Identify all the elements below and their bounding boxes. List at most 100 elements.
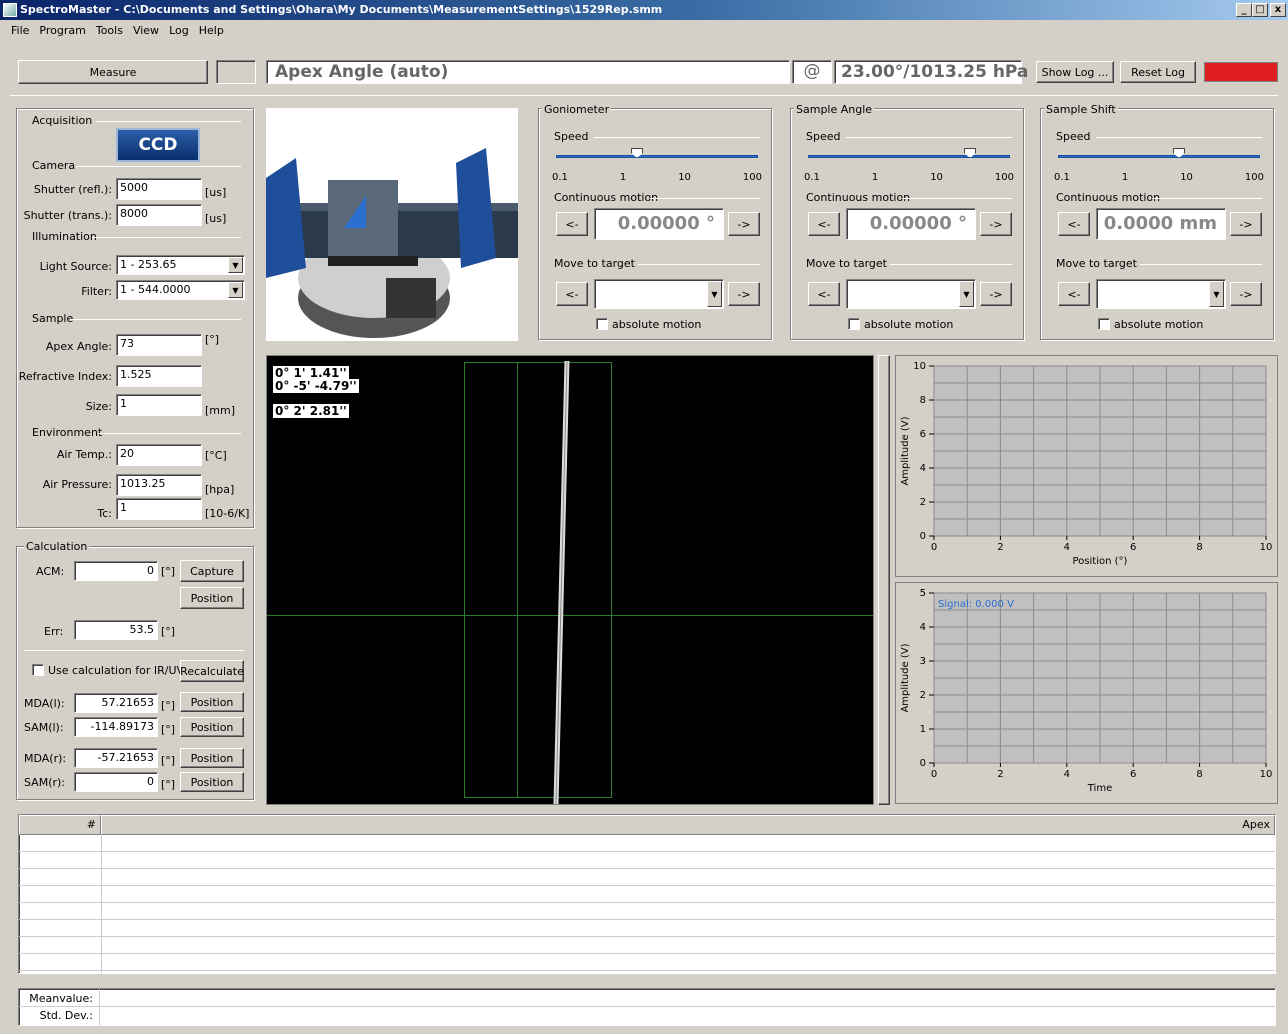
speed-tick-label: 10 — [1180, 172, 1193, 183]
chevron-down-icon[interactable]: ▼ — [1209, 281, 1224, 307]
use-calc-checkbox[interactable] — [32, 664, 44, 676]
menu-log[interactable]: Log — [164, 20, 194, 46]
filter-value: 1 - 544.0000 — [120, 283, 191, 296]
show-log-button[interactable]: Show Log ... — [1036, 61, 1114, 83]
table-row[interactable] — [19, 869, 1275, 886]
table-row[interactable] — [19, 903, 1275, 920]
move-to-target-label: Move to target — [1056, 257, 1137, 270]
step-right-button[interactable]: -> — [980, 212, 1012, 236]
chevron-down-icon[interactable]: ▼ — [707, 281, 722, 307]
y-tick-label: 8 — [920, 395, 926, 406]
reset-log-button[interactable]: Reset Log — [1120, 61, 1196, 83]
col-header-hash[interactable]: # — [19, 815, 101, 835]
step-left-button[interactable]: <- — [808, 212, 840, 236]
recalculate-button[interactable]: Recalculate — [180, 660, 244, 682]
refractive-index-input[interactable]: 1.525 — [116, 365, 202, 387]
table-row[interactable] — [19, 852, 1275, 869]
target-right-button[interactable]: -> — [1230, 282, 1262, 306]
col-header-apex[interactable]: Apex — [101, 815, 1275, 835]
target-select[interactable]: ▼ — [846, 279, 976, 309]
maximize-button[interactable]: □ — [1252, 3, 1268, 17]
target-select[interactable]: ▼ — [1096, 279, 1226, 309]
sample-title: Sample — [30, 312, 76, 325]
err-unit: [°] — [161, 625, 176, 638]
target-left-button[interactable]: <- — [1058, 282, 1090, 306]
motion-panel-title: Goniometer — [542, 103, 612, 116]
table-row[interactable] — [19, 835, 1275, 852]
speed-slider[interactable] — [556, 155, 758, 158]
use-calc-label: Use calculation for IR/UV — [48, 664, 185, 677]
mda-l-label: MDA(l): — [24, 697, 65, 710]
table-row[interactable] — [19, 954, 1275, 971]
minimize-button[interactable]: _ — [1236, 3, 1252, 17]
mda-r-input[interactable]: -57.21653 — [74, 748, 158, 768]
menu-file[interactable]: File — [6, 20, 34, 46]
apex-angle-input[interactable]: 73 — [116, 334, 202, 356]
sam-r-input[interactable]: 0 — [74, 772, 158, 792]
chevron-down-icon[interactable]: ▼ — [959, 281, 974, 307]
size-label: Size: — [85, 400, 112, 413]
x-tick-label: 6 — [1130, 542, 1136, 553]
x-tick-label: 0 — [931, 769, 937, 780]
chevron-down-icon[interactable]: ▼ — [228, 282, 243, 298]
filter-select[interactable]: 1 - 544.0000 ▼ — [116, 280, 245, 300]
target-left-button[interactable]: <- — [556, 282, 588, 306]
close-button[interactable]: x — [1270, 3, 1286, 17]
position-readout: 0.0000 mm — [1096, 208, 1226, 240]
target-right-button[interactable]: -> — [728, 282, 760, 306]
table-row[interactable] — [19, 886, 1275, 903]
chevron-down-icon[interactable]: ▼ — [228, 257, 243, 273]
table-row[interactable] — [19, 920, 1275, 937]
err-input[interactable]: 53.5 — [74, 620, 158, 640]
mda-l-input[interactable]: 57.21653 — [74, 693, 158, 713]
capture-button[interactable]: Capture — [180, 560, 244, 582]
speed-slider[interactable] — [1058, 155, 1260, 158]
step-left-button[interactable]: <- — [1058, 212, 1090, 236]
err-label: Err: — [44, 625, 64, 638]
x-tick-label: 4 — [1064, 542, 1070, 553]
speed-tick-label: 0.1 — [552, 172, 568, 183]
absolute-motion-checkbox[interactable] — [596, 318, 608, 330]
results-table[interactable]: # Apex — [18, 814, 1276, 974]
shutter-trans-input[interactable]: 8000 — [116, 204, 202, 226]
step-left-button[interactable]: <- — [556, 212, 588, 236]
light-source-label: Light Source: — [39, 260, 112, 273]
mda-r-position-button[interactable]: Position — [180, 748, 244, 768]
illumination-title: Illumination — [30, 230, 99, 243]
splitter-handle[interactable] — [878, 355, 890, 805]
menu-program[interactable]: Program — [34, 20, 90, 46]
step-right-button[interactable]: -> — [728, 212, 760, 236]
target-left-button[interactable]: <- — [808, 282, 840, 306]
air-temp-input[interactable]: 20 — [116, 444, 202, 466]
sam-r-position-button[interactable]: Position — [180, 772, 244, 792]
tc-input[interactable]: 1 — [116, 498, 202, 520]
acm-input[interactable]: 0 — [74, 561, 158, 581]
speed-slider[interactable] — [808, 155, 1010, 158]
table-row[interactable] — [19, 937, 1275, 954]
position-chart-svg: 0 2 4 6 8 10 0 2 4 6 8 10 Position (°) Amplitude (V) — [900, 361, 1272, 567]
step-right-button[interactable]: -> — [1230, 212, 1262, 236]
measure-indicator — [216, 60, 256, 84]
measure-button[interactable]: Measure — [18, 60, 208, 84]
menu-view[interactable]: View — [128, 20, 164, 46]
target-select[interactable]: ▼ — [594, 279, 724, 309]
size-input[interactable]: 1 — [116, 394, 202, 416]
absolute-motion-checkbox[interactable] — [1098, 318, 1110, 330]
shutter-refl-input[interactable]: 5000 — [116, 178, 202, 200]
menu-bar: File Program Tools View Log Help — [0, 20, 1288, 46]
speed-tick-label: 100 — [994, 172, 1014, 183]
sam-l-input[interactable]: -114.89173 — [74, 717, 158, 737]
y-tick-label: 2 — [920, 690, 926, 701]
ccd-button[interactable]: CCD — [116, 128, 200, 162]
position-button[interactable]: Position — [180, 587, 244, 609]
mda-l-position-button[interactable]: Position — [180, 692, 244, 712]
menu-help[interactable]: Help — [194, 20, 229, 46]
menu-tools[interactable]: Tools — [91, 20, 128, 46]
air-pressure-input[interactable]: 1013.25 — [116, 474, 202, 496]
light-source-select[interactable]: 1 - 253.65 ▼ — [116, 255, 245, 275]
sam-l-position-button[interactable]: Position — [180, 717, 244, 737]
angle-readout-2: 0° -5' -4.79'' — [273, 379, 359, 393]
target-right-button[interactable]: -> — [980, 282, 1012, 306]
air-pressure-unit: [hpa] — [205, 483, 235, 496]
absolute-motion-checkbox[interactable] — [848, 318, 860, 330]
